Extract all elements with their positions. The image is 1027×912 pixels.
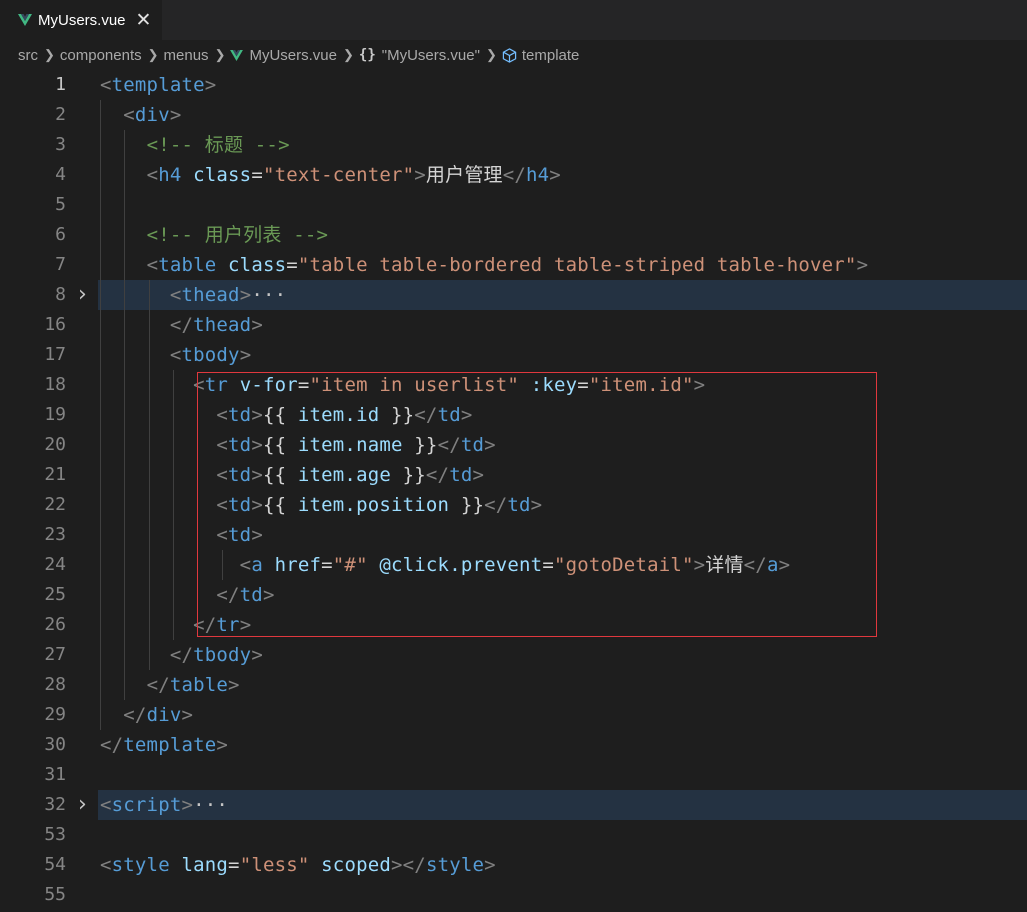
tab-title: MyUsers.vue xyxy=(38,11,126,29)
code-line[interactable]: 17 <tbody> xyxy=(0,340,1027,370)
line-number: 8 xyxy=(55,284,66,305)
line-number: 21 xyxy=(44,464,66,485)
code-text: </table> xyxy=(146,674,240,696)
code-text: <thead>··· xyxy=(169,284,287,306)
code-text: </div> xyxy=(123,704,194,726)
line-number: 30 xyxy=(44,734,66,755)
code-line[interactable]: 16 </thead> xyxy=(0,310,1027,340)
code-line[interactable]: 55 xyxy=(0,880,1027,910)
line-number: 53 xyxy=(44,824,66,845)
line-number: 7 xyxy=(55,254,66,275)
code-line[interactable]: 6 <!-- 用户列表 --> xyxy=(0,220,1027,250)
line-number: 55 xyxy=(44,884,66,905)
line-number: 22 xyxy=(44,494,66,515)
tab-myusers-vue[interactable]: MyUsers.vue ✕ xyxy=(0,0,162,40)
line-number: 4 xyxy=(55,164,66,185)
line-number: 3 xyxy=(55,134,66,155)
breadcrumb-file[interactable]: MyUsers.vue xyxy=(249,47,337,64)
line-number: 54 xyxy=(44,854,66,875)
code-text: <!-- 标题 --> xyxy=(146,134,290,156)
line-number: 27 xyxy=(44,644,66,665)
code-text: </tbody> xyxy=(169,644,263,666)
breadcrumb-src[interactable]: src xyxy=(18,47,38,64)
line-number: 19 xyxy=(44,404,66,425)
code-line[interactable]: 2 <div> xyxy=(0,100,1027,130)
code-text: <table class="table table-bordered table… xyxy=(146,254,869,276)
chevron-right-icon: ❯ xyxy=(485,47,497,62)
breadcrumb-menus[interactable]: menus xyxy=(164,47,209,64)
breadcrumb: src ❯ components ❯ menus ❯ MyUsers.vue ❯… xyxy=(0,40,1027,70)
breadcrumb-components[interactable]: components xyxy=(60,47,142,64)
code-line[interactable]: 5 xyxy=(0,190,1027,220)
line-number: 16 xyxy=(44,314,66,335)
line-number: 32 xyxy=(44,794,66,815)
line-number: 20 xyxy=(44,434,66,455)
breadcrumb-template[interactable]: template xyxy=(522,47,580,64)
code-line[interactable]: 28 </table> xyxy=(0,670,1027,700)
line-number: 29 xyxy=(44,704,66,725)
chevron-right-icon: ❯ xyxy=(147,47,159,62)
vue-file-icon xyxy=(230,49,244,61)
line-number: 2 xyxy=(55,104,66,125)
chevron-right-icon: ❯ xyxy=(343,47,354,62)
line-number: 17 xyxy=(44,344,66,365)
code-line[interactable]: 27 </tbody> xyxy=(0,640,1027,670)
code-line[interactable]: 54 <style lang="less" scoped></style> xyxy=(0,850,1027,880)
code-line[interactable]: 29 </div> xyxy=(0,700,1027,730)
line-number: 18 xyxy=(44,374,66,395)
line-number: 31 xyxy=(44,764,66,785)
code-text: <h4 class="text-center">用户管理</h4> xyxy=(146,164,561,186)
code-line[interactable]: 8 › <thead>··· xyxy=(0,280,1027,310)
code-text: <div> xyxy=(123,104,182,126)
code-line[interactable]: 53 xyxy=(0,820,1027,850)
code-line[interactable]: 3 <!-- 标题 --> xyxy=(0,130,1027,160)
line-number: 28 xyxy=(44,674,66,695)
code-line[interactable]: 1 <template> xyxy=(0,70,1027,100)
line-number: 5 xyxy=(55,194,66,215)
code-editor[interactable]: 1 <template> 2 <div> 3 <!-- 标题 --> 4 <h4 cla… xyxy=(0,70,1027,912)
code-line[interactable]: 30 </template> xyxy=(0,730,1027,760)
code-text: <style lang="less" scoped></style> xyxy=(100,854,496,876)
code-line[interactable]: 32 › <script>··· xyxy=(0,790,1027,820)
code-text: <tbody> xyxy=(169,344,252,366)
line-number: 25 xyxy=(44,584,66,605)
code-text: </thead> xyxy=(169,314,263,336)
line-number: 23 xyxy=(44,524,66,545)
line-number: 6 xyxy=(55,224,66,245)
chevron-right-icon: ❯ xyxy=(44,47,55,62)
line-number: 24 xyxy=(44,554,66,575)
line-number: 26 xyxy=(44,614,66,635)
highlight-box xyxy=(197,372,877,637)
chevron-right-icon[interactable]: › xyxy=(78,790,87,820)
code-text: <template> xyxy=(100,74,217,96)
code-text: <!-- 用户列表 --> xyxy=(146,224,329,246)
code-line[interactable]: 7 <table class="table table-bordered tab… xyxy=(0,250,1027,280)
code-line[interactable]: 31 xyxy=(0,760,1027,790)
code-text: </template> xyxy=(100,734,229,756)
tab-bar: MyUsers.vue ✕ xyxy=(0,0,1027,40)
close-icon[interactable]: ✕ xyxy=(136,9,152,31)
line-number: 1 xyxy=(55,74,66,95)
vue-file-icon xyxy=(18,14,32,26)
code-text: <script>··· xyxy=(100,794,229,816)
module-braces-icon: {} xyxy=(358,47,376,63)
code-line[interactable]: 4 <h4 class="text-center">用户管理</h4> xyxy=(0,160,1027,190)
cube-icon xyxy=(502,47,517,63)
breadcrumb-module[interactable]: "MyUsers.vue" xyxy=(382,47,480,64)
chevron-right-icon[interactable]: › xyxy=(78,280,87,310)
chevron-right-icon: ❯ xyxy=(214,47,226,62)
